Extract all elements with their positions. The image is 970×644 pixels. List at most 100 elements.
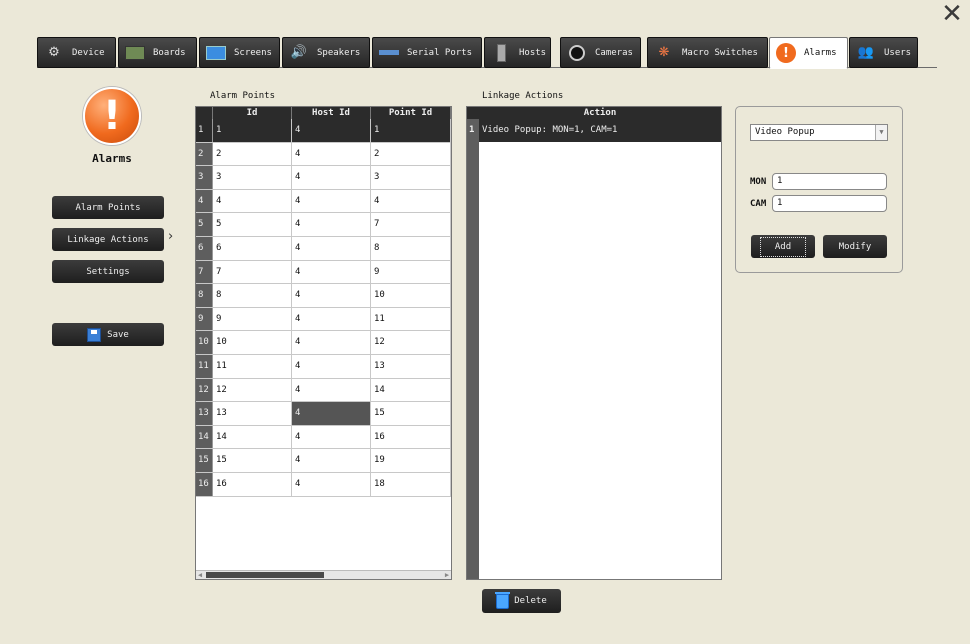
table-row[interactable]: 14 14 4 16: [196, 425, 451, 450]
point-id-cell[interactable]: 19: [371, 449, 451, 472]
host-id-cell[interactable]: 4: [292, 189, 371, 213]
id-cell[interactable]: 2: [213, 142, 292, 166]
table-row[interactable]: 12 12 4 14: [196, 378, 451, 403]
host-id-cell[interactable]: 4: [292, 354, 371, 378]
id-cell[interactable]: 5: [213, 213, 292, 236]
host-id-cell[interactable]: 4: [292, 166, 371, 189]
table-row[interactable]: 10 10 4 12: [196, 331, 451, 355]
table-row[interactable]: 8 8 4 10: [196, 284, 451, 308]
scroll-left-icon[interactable]: ◀: [196, 571, 204, 579]
table-row[interactable]: 9 9 4 11: [196, 307, 451, 332]
host-id-cell[interactable]: 4: [292, 378, 371, 402]
table-row[interactable]: 6648: [196, 236, 451, 261]
row-number: 9: [196, 307, 213, 331]
id-cell[interactable]: 14: [213, 425, 292, 449]
host-id-cell[interactable]: 4: [292, 142, 371, 166]
delete-button[interactable]: Delete: [482, 589, 561, 613]
point-id-cell[interactable]: 1: [371, 119, 451, 142]
point-id-cell[interactable]: 12: [371, 331, 451, 354]
column-header-action[interactable]: Action: [479, 107, 721, 119]
table-row[interactable]: 16 16 4 18: [196, 472, 451, 497]
host-id-cell[interactable]: 4: [292, 236, 371, 260]
point-id-cell[interactable]: 7: [371, 213, 451, 236]
host-id-cell[interactable]: 4: [292, 449, 371, 472]
point-id-cell[interactable]: 2: [371, 142, 451, 166]
table-row[interactable]: 15 15 4 19: [196, 449, 451, 473]
host-id-cell[interactable]: 4: [292, 284, 371, 307]
host-id-cell[interactable]: 4: [292, 213, 371, 236]
mon-input[interactable]: 1: [772, 173, 887, 190]
id-cell[interactable]: 7: [213, 260, 292, 284]
id-cell[interactable]: 12: [213, 378, 292, 402]
point-id-cell[interactable]: 18: [371, 472, 451, 496]
id-cell[interactable]: 8: [213, 284, 292, 307]
save-button[interactable]: Save: [52, 323, 164, 346]
settings-button[interactable]: Settings: [52, 260, 164, 283]
table-row[interactable]: 1 Video Popup: MON=1, CAM=1: [467, 119, 721, 142]
action-cell[interactable]: Video Popup: MON=1, CAM=1: [479, 119, 617, 142]
row-number: 3: [196, 166, 213, 189]
id-cell[interactable]: 10: [213, 331, 292, 354]
point-id-cell[interactable]: 13: [371, 354, 451, 378]
point-id-cell[interactable]: 4: [371, 189, 451, 213]
id-cell[interactable]: 13: [213, 402, 292, 425]
point-id-cell[interactable]: 16: [371, 425, 451, 449]
host-id-cell[interactable]: 4: [292, 425, 371, 449]
id-cell[interactable]: 15: [213, 449, 292, 472]
tab-hosts[interactable]: Hosts: [484, 37, 551, 68]
table-row[interactable]: 1141: [196, 119, 451, 143]
id-cell[interactable]: 16: [213, 472, 292, 496]
tab-alarms[interactable]: ! Alarms: [769, 37, 848, 69]
column-header-host-id[interactable]: Host Id: [292, 107, 371, 119]
tab-users[interactable]: 👥 Users: [849, 37, 918, 68]
tab-cameras[interactable]: Cameras: [560, 37, 641, 68]
table-row[interactable]: 5547: [196, 213, 451, 237]
id-cell[interactable]: 1: [213, 119, 292, 142]
id-cell[interactable]: 4: [213, 189, 292, 213]
save-icon: [87, 327, 102, 342]
modify-button[interactable]: Modify: [823, 235, 887, 258]
cam-input[interactable]: 1: [772, 195, 887, 212]
chevron-down-icon[interactable]: ▼: [875, 125, 887, 140]
point-id-cell[interactable]: 10: [371, 284, 451, 307]
id-cell[interactable]: 3: [213, 166, 292, 189]
host-id-cell[interactable]: 4: [292, 402, 371, 425]
table-row[interactable]: 3343: [196, 166, 451, 190]
point-id-cell[interactable]: 8: [371, 236, 451, 260]
point-id-cell[interactable]: 14: [371, 378, 451, 402]
add-button[interactable]: Add: [751, 235, 815, 258]
horizontal-scrollbar[interactable]: ◀ ▶: [196, 570, 451, 579]
table-row[interactable]: 4444: [196, 189, 451, 214]
id-cell[interactable]: 9: [213, 307, 292, 331]
table-row[interactable]: 7749: [196, 260, 451, 285]
action-type-select[interactable]: Video Popup ▼: [750, 124, 888, 141]
tab-macro-switches[interactable]: ❋ Macro Switches: [647, 37, 768, 68]
table-header: Id Host Id Point Id: [196, 107, 451, 119]
tab-boards[interactable]: Boards: [118, 37, 197, 68]
host-id-cell[interactable]: 4: [292, 260, 371, 284]
tab-screens[interactable]: Screens: [199, 37, 280, 68]
tab-speakers[interactable]: 🔊 Speakers: [282, 37, 370, 68]
host-id-cell[interactable]: 4: [292, 331, 371, 354]
tab-serial-ports[interactable]: Serial Ports: [372, 37, 482, 68]
table-row[interactable]: 2242: [196, 142, 451, 167]
tab-device[interactable]: ⚙ Device: [37, 37, 116, 68]
id-cell[interactable]: 11: [213, 354, 292, 378]
point-id-cell[interactable]: 9: [371, 260, 451, 284]
point-id-cell[interactable]: 3: [371, 166, 451, 189]
host-id-cell[interactable]: 4: [292, 307, 371, 331]
table-row[interactable]: 11 11 4 13: [196, 354, 451, 379]
point-id-cell[interactable]: 11: [371, 307, 451, 331]
scroll-thumb[interactable]: [206, 572, 324, 578]
id-cell[interactable]: 6: [213, 236, 292, 260]
close-icon[interactable]: ✕: [940, 1, 964, 27]
host-id-cell[interactable]: 4: [292, 119, 371, 142]
point-id-cell[interactable]: 15: [371, 402, 451, 425]
alarm-points-button[interactable]: Alarm Points: [52, 196, 164, 219]
host-id-cell[interactable]: 4: [292, 472, 371, 496]
column-header-point-id[interactable]: Point Id: [371, 107, 451, 119]
column-header-id[interactable]: Id: [213, 107, 292, 119]
table-row[interactable]: 13 13 4 15: [196, 402, 451, 426]
linkage-actions-button[interactable]: Linkage Actions: [52, 228, 164, 251]
scroll-right-icon[interactable]: ▶: [443, 571, 451, 579]
